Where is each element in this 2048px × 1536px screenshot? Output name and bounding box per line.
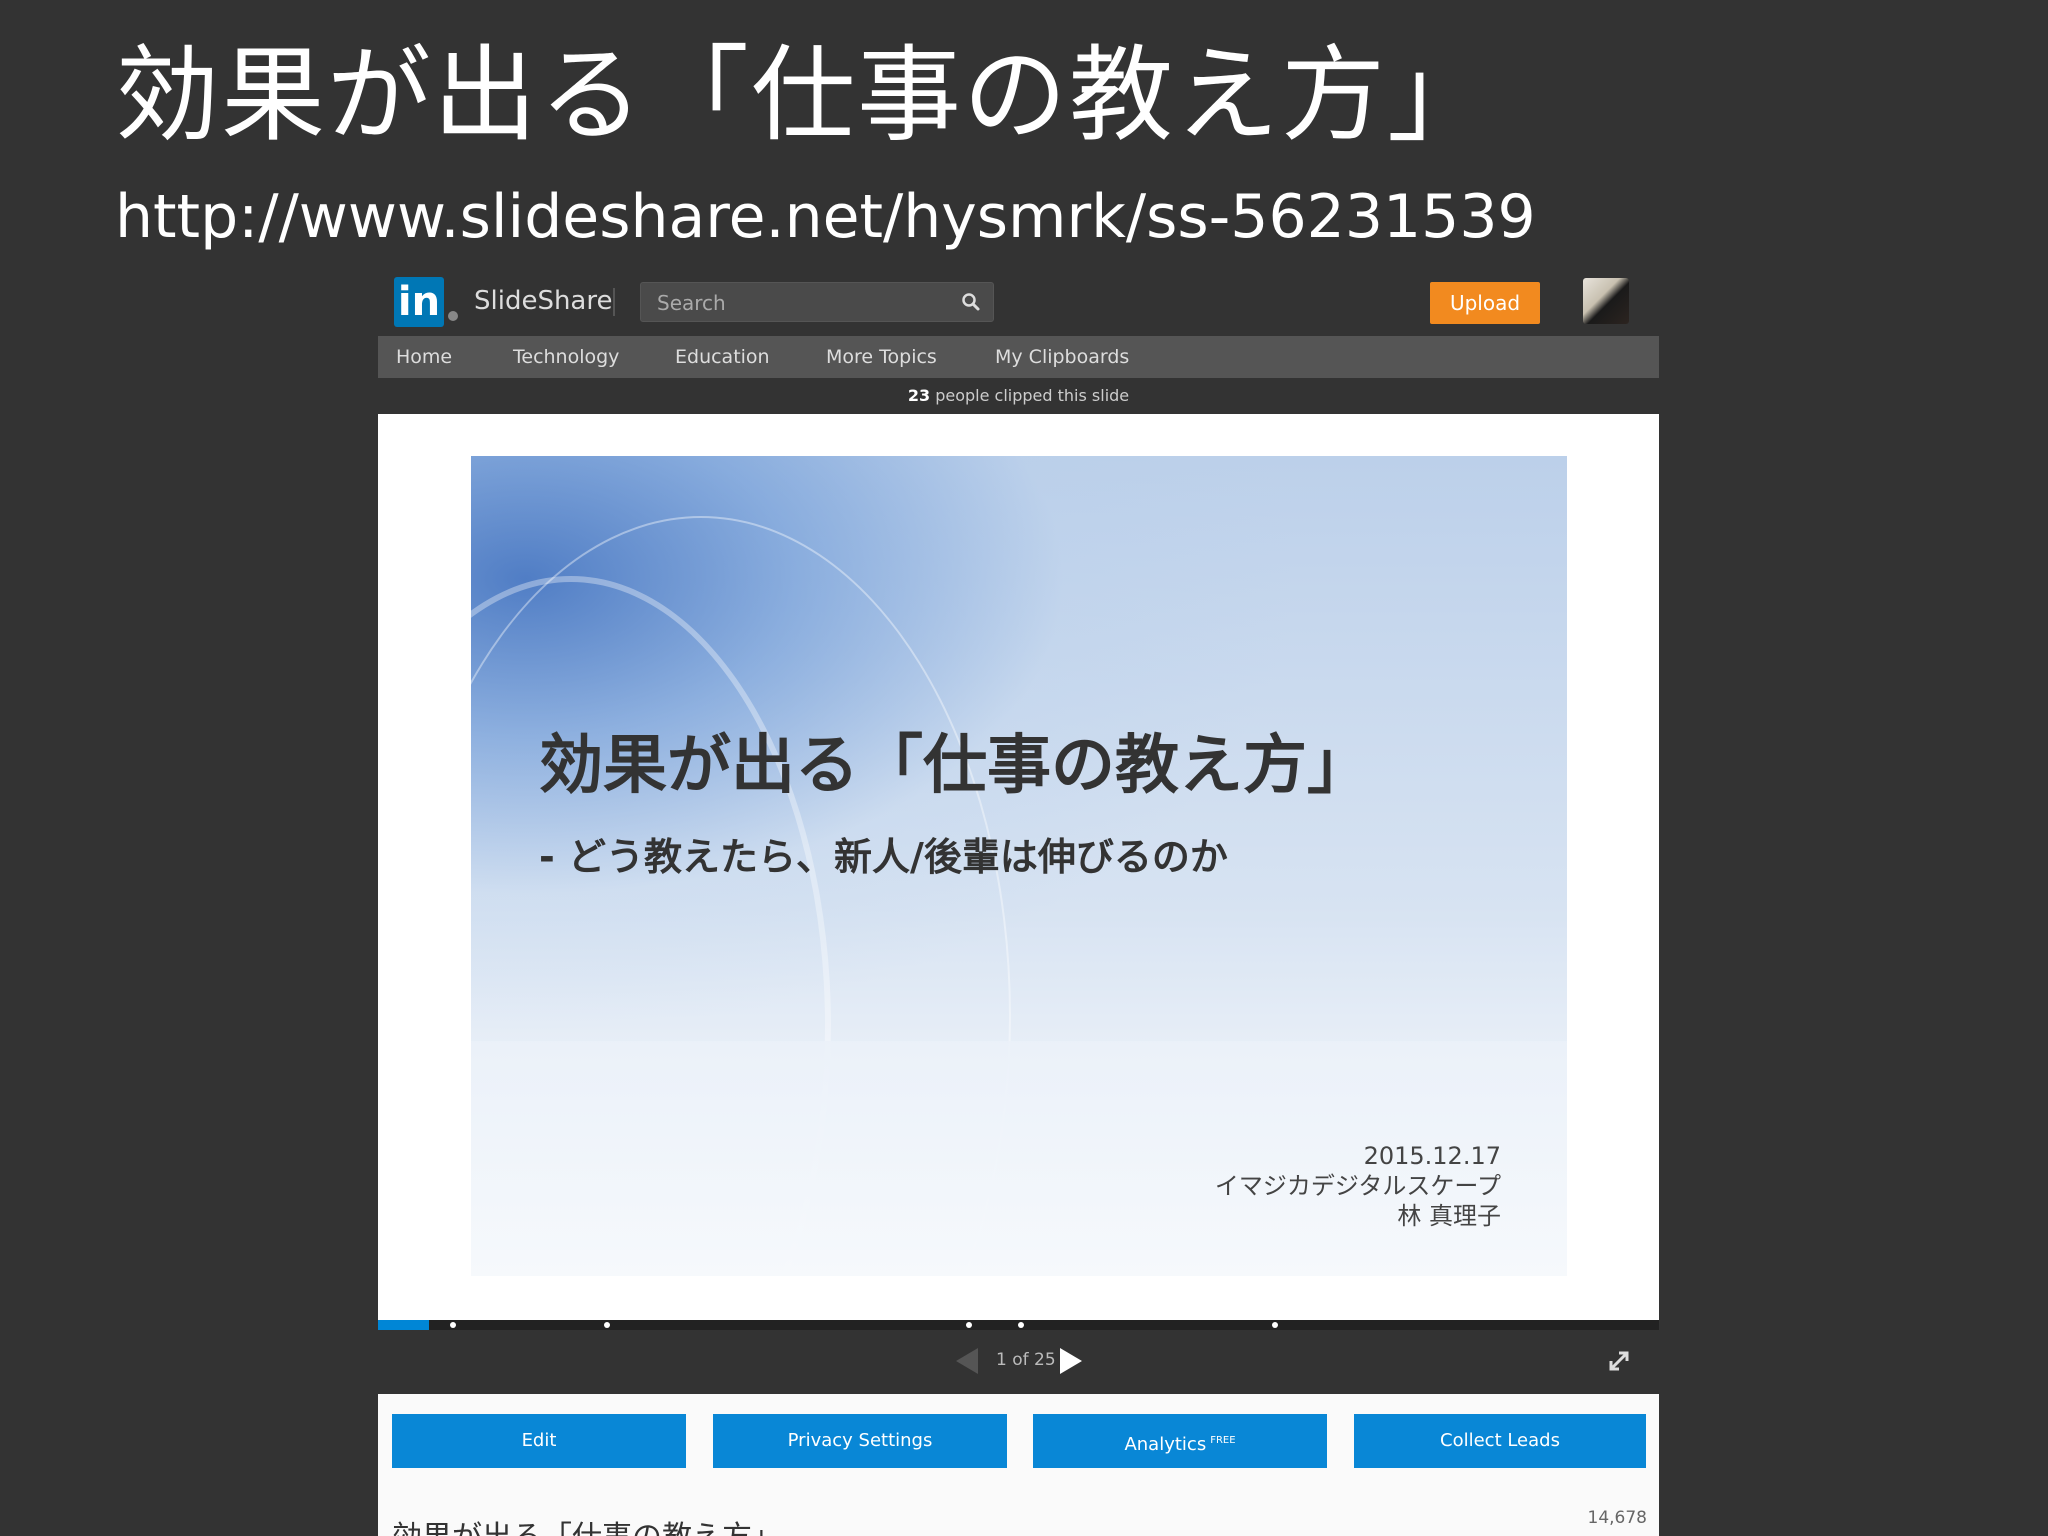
page-indicator: 1 of 25	[996, 1350, 1056, 1370]
slide-heading: 効果が出る「仕事の教え方」	[539, 729, 1371, 803]
search-icon[interactable]	[961, 292, 981, 312]
nav-item-technology[interactable]: Technology	[513, 346, 619, 368]
progress-marker	[1018, 1322, 1024, 1328]
page-url[interactable]: http://www.slideshare.net/hysmrk/ss-5623…	[115, 182, 1536, 252]
free-badge: FREE	[1210, 1435, 1236, 1446]
search-placeholder: Search	[657, 291, 726, 315]
edit-button[interactable]: Edit	[392, 1414, 686, 1468]
progress-marker	[966, 1322, 972, 1328]
upload-button[interactable]: Upload	[1430, 282, 1540, 324]
progress-marker	[450, 1322, 456, 1328]
slide-date: 2015.12.17	[1363, 1142, 1501, 1170]
clip-info[interactable]: 23 people clipped this slide	[908, 386, 1129, 405]
clip-text: people clipped this slide	[935, 386, 1130, 405]
main-nav: Home Technology Education More Topics My…	[378, 336, 1659, 378]
nav-item-more-topics[interactable]: More Topics	[826, 346, 937, 368]
clip-bar: 23 people clipped this slide	[378, 378, 1659, 414]
view-count: 14,678	[1587, 1508, 1647, 1528]
slide-author: 林 真理子	[1397, 1202, 1501, 1230]
nav-item-my-clipboards[interactable]: My Clipboards	[995, 346, 1129, 368]
slide-progress-bar[interactable]	[378, 1320, 1659, 1330]
search-input[interactable]: Search	[640, 282, 994, 322]
document-title: 効果が出る「仕事の教え方」	[392, 1512, 782, 1536]
logo-dot	[448, 311, 458, 321]
nav-item-home[interactable]: Home	[396, 346, 452, 368]
previous-slide-icon[interactable]	[956, 1348, 978, 1374]
slide-meta: 2015.12.17 イマジカデジタルスケープ 林 真理子	[1215, 1141, 1501, 1231]
slideshare-screenshot: in SlideShare Search Upload Home Technol…	[378, 268, 1659, 1536]
collect-leads-button[interactable]: Collect Leads	[1354, 1414, 1646, 1468]
progress-marker	[604, 1322, 610, 1328]
slideshare-header: in SlideShare Search Upload	[378, 268, 1659, 336]
slide-image: 効果が出る「仕事の教え方」 - どう教えたら、新人/後輩は伸びるのか 2015.…	[471, 456, 1567, 1276]
header-divider	[613, 288, 615, 316]
next-slide-icon[interactable]	[1060, 1348, 1082, 1374]
privacy-settings-button[interactable]: Privacy Settings	[713, 1414, 1007, 1468]
slide-company: イマジカデジタルスケープ	[1214, 1172, 1501, 1200]
analytics-button[interactable]: Analytics FREE	[1033, 1414, 1327, 1468]
linkedin-logo[interactable]: in	[394, 277, 444, 327]
avatar[interactable]	[1583, 278, 1629, 324]
clip-count: 23	[907, 386, 931, 405]
slideshare-logo-text[interactable]: SlideShare	[474, 286, 612, 316]
fullscreen-icon[interactable]	[1606, 1348, 1632, 1374]
progress-fill	[378, 1320, 430, 1330]
page-title: 効果が出る「仕事の教え方」	[115, 34, 1494, 156]
progress-marker	[1272, 1322, 1278, 1328]
nav-item-education[interactable]: Education	[675, 346, 770, 368]
player-controls: 1 of 25	[378, 1330, 1659, 1394]
slide-subheading: - どう教えたら、新人/後輩は伸びるのか	[539, 835, 1228, 879]
action-area: Edit Privacy Settings Analytics FREE Coll…	[378, 1394, 1659, 1536]
analytics-label: Analytics	[1124, 1434, 1207, 1455]
slide-viewer[interactable]: 効果が出る「仕事の教え方」 - どう教えたら、新人/後輩は伸びるのか 2015.…	[378, 414, 1659, 1320]
